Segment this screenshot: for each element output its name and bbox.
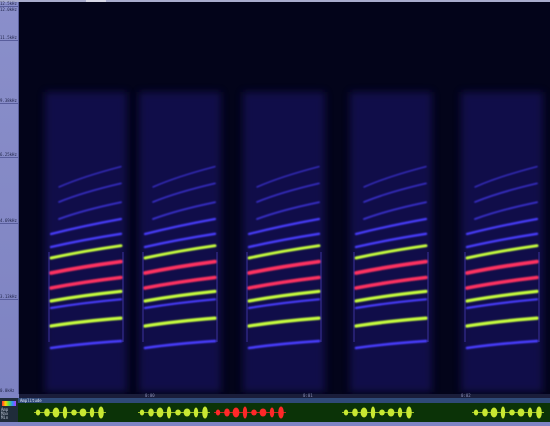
waveform-burst [139,409,145,416]
waveform-burst [193,407,199,418]
ruler-tick-label: 9.38kHz [0,98,17,103]
waveform-burst [259,408,267,417]
waveform-burst [352,408,358,417]
waveform-canvas [34,406,544,419]
waveform-burst [202,406,208,419]
waveform-burst [224,408,230,417]
waveform-burst [71,409,77,416]
spectrogram-view[interactable] [19,2,550,394]
ruler-tick-label: 4.69kHz [0,218,17,223]
waveform-burst [509,409,515,416]
waveform-burst [62,406,68,419]
waveform-burst [473,409,479,416]
waveform-group [34,406,106,419]
waveform-group [214,406,286,419]
waveform-burst [35,409,41,416]
colormap-swatch[interactable] [2,401,16,406]
waveform-burst [406,406,412,419]
ruler-tick-label: 3.13kHz [0,294,17,299]
waveform-burst [536,406,542,419]
waveform-track[interactable] [18,403,550,422]
spectrogram-canvas [45,92,543,392]
waveform-group [138,406,210,419]
frequency-ruler: 12.5kHz 12.0kHz 11.5kHz 9.38kHz 6.25kHz … [0,1,19,394]
waveform-burst [490,407,498,418]
amp-side-label: Min [1,415,9,420]
waveform-burst [232,407,240,418]
spectrogram-app: 12.5kHz 12.0kHz 11.5kHz 9.38kHz 6.25kHz … [0,0,550,422]
waveform-burst [278,406,284,419]
waveform-burst [79,408,87,417]
ruler-tick-line [0,223,18,224]
waveform-burst [175,409,181,416]
waveform-burst [370,406,376,419]
waveform-group [472,406,544,419]
waveform-burst [387,408,395,417]
amplitude-panel: Amp Max Min Amplitude [0,398,550,422]
waveform-burst [44,408,50,417]
waveform-burst [397,407,403,418]
waveform-burst [166,406,172,419]
waveform-burst [482,408,488,417]
waveform-burst [517,408,525,417]
waveform-burst [500,406,506,419]
ruler-tick-label: 0.0kHz [0,388,15,393]
amplitude-panel-sidebar: Amp Max Min [0,398,18,422]
ruler-tick-line [0,103,18,104]
ruler-tick-label: 11.5kHz [0,35,17,40]
waveform-burst [379,409,385,416]
ruler-tick-line [0,40,18,41]
waveform-burst [527,407,533,418]
waveform-burst [242,406,248,419]
waveform-burst [89,407,95,418]
ruler-tick-label: 12.5kHz [0,1,17,6]
ruler-tick-line [0,299,18,300]
ruler-tick-line [0,157,18,158]
waveform-burst [360,407,368,418]
waveform-burst [183,408,191,417]
waveform-group [342,406,414,419]
waveform-burst [148,408,154,417]
ruler-tick-label: 12.0kHz [0,7,17,12]
waveform-burst [52,407,60,418]
waveform-burst [98,406,104,419]
waveform-burst [215,409,221,416]
waveform-burst [251,409,257,416]
waveform-burst [269,407,275,418]
waveform-burst [156,407,164,418]
ruler-tick-label: 6.25kHz [0,152,17,157]
waveform-burst [343,409,349,416]
